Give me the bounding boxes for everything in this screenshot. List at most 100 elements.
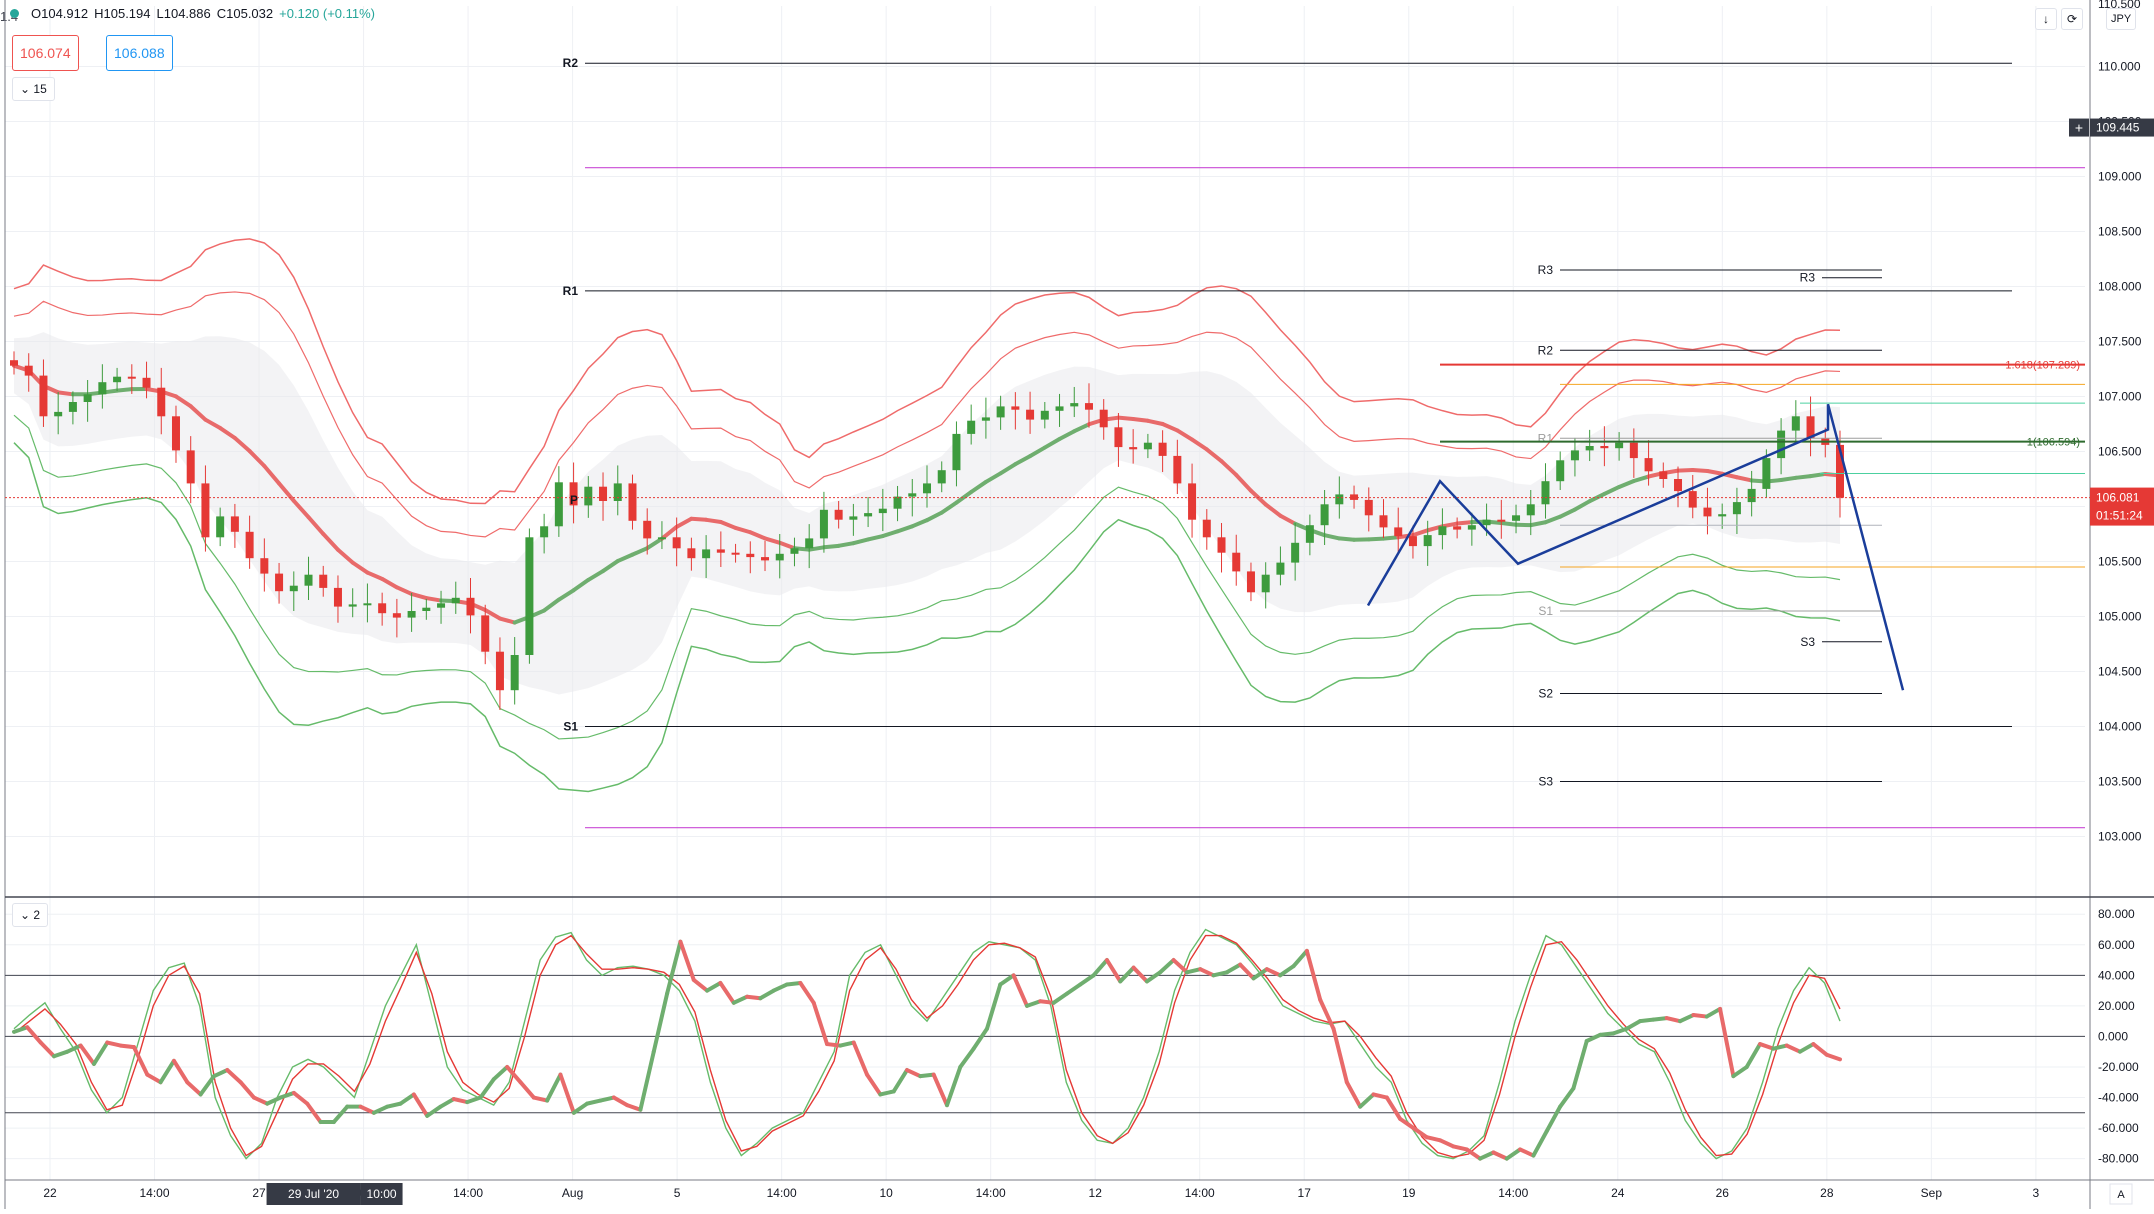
ohlc-legend: O104.912 H105.194 L104.886 C105.032 +0.1…	[10, 6, 375, 21]
osc-trend-segment	[1667, 1018, 1680, 1021]
osc-trend-segment	[1520, 1149, 1533, 1155]
currency-selector[interactable]: JPY	[2106, 8, 2136, 30]
moving-average-segment	[426, 598, 441, 600]
osc-trend-segment	[574, 1104, 587, 1113]
candle-body	[952, 434, 960, 470]
chart-canvas[interactable]: 110.000109.500109.000108.500108.000107.5…	[0, 0, 2154, 1209]
osc-trend-segment	[614, 1098, 627, 1106]
moving-average-segment	[1457, 522, 1472, 523]
osc-trend-segment	[734, 997, 747, 1003]
candle-body	[1321, 504, 1329, 525]
osc-trend-segment	[707, 983, 720, 991]
moving-average-segment	[691, 519, 706, 520]
osc-trend-segment	[840, 1043, 853, 1046]
candle-body	[805, 538, 813, 548]
price-tick-label: 104.500	[2098, 665, 2142, 679]
osc-trend-segment	[1600, 1033, 1613, 1035]
time-tick-label: 28	[1820, 1186, 1834, 1200]
osc-trend-segment	[760, 991, 773, 999]
moving-average-segment	[1369, 539, 1384, 540]
time-tick-label: 14:00	[453, 1186, 483, 1200]
legend-close: C105.032	[217, 6, 273, 21]
candle-body	[908, 493, 916, 496]
osc-tick-label: -80.000	[2098, 1152, 2139, 1166]
osc-trend-segment	[680, 942, 693, 980]
osc-trend-segment	[1427, 1137, 1440, 1140]
osc-trend-segment	[1080, 975, 1093, 984]
legend-change: +0.120 (+0.11%)	[279, 6, 375, 21]
moving-average-segment	[824, 546, 839, 547]
osc-trend-segment	[974, 1029, 987, 1049]
time-tick-label: Sep	[1921, 1186, 1943, 1200]
osc-trend-segment	[694, 980, 707, 991]
candle-body	[201, 483, 209, 537]
osc-trend-segment	[774, 984, 787, 990]
pivot-right-label-S2: S2	[1538, 687, 1553, 701]
price-tick-label: 106.500	[2098, 445, 2142, 459]
chevron-down-icon: ⌄	[20, 82, 30, 96]
osc-trend-segment	[1573, 1041, 1586, 1088]
osc-trend-segment	[1533, 1131, 1546, 1155]
chart-stage[interactable]: 110.000109.500109.000108.500108.000107.5…	[0, 0, 2154, 1209]
candle-body	[69, 402, 77, 412]
osc-trend-segment	[454, 1099, 467, 1102]
candle-body	[1792, 416, 1800, 430]
osc-trend-segment	[1707, 1009, 1720, 1017]
reset-scale-button[interactable]: ⟳	[2061, 8, 2083, 30]
candle-body	[820, 510, 828, 539]
bar-countdown-label: 01:51:24	[2096, 509, 2143, 523]
candle-body	[540, 526, 548, 537]
candle-body	[1571, 450, 1579, 460]
osc-trend-segment	[227, 1070, 240, 1082]
time-tick-label: 24	[1611, 1186, 1625, 1200]
candle-body	[1424, 535, 1432, 546]
candle-body	[849, 516, 857, 519]
osc-trend-segment	[1493, 1153, 1506, 1159]
candle-body	[452, 598, 460, 604]
osc-tick-label: -20.000	[2098, 1060, 2139, 1074]
scroll-down-button[interactable]: ↓	[2035, 8, 2057, 30]
buy-button[interactable]: 106.088	[106, 35, 173, 71]
candle-body	[54, 412, 62, 416]
price-tick-label: 103.500	[2098, 775, 2142, 789]
candle-body	[1380, 515, 1388, 527]
osc-trend-segment	[1587, 1035, 1600, 1041]
pivot-right-b-label-S3: S3	[1800, 635, 1815, 649]
osc-trend-segment	[814, 1003, 827, 1044]
candle-body	[776, 554, 784, 561]
indicator-count-label: 2	[33, 908, 40, 922]
osc-trend-segment	[121, 1046, 134, 1048]
moving-average-segment	[1781, 478, 1796, 480]
indicator-pane-collapse-button[interactable]: ⌄ 2	[12, 903, 48, 927]
pivot-right-label-R1: R1	[1538, 431, 1554, 445]
osc-trend-segment	[161, 1061, 174, 1082]
candle-body	[717, 549, 725, 552]
symbol-status-dot	[10, 9, 19, 18]
osc-trend-segment	[720, 983, 733, 1003]
candle-body	[290, 586, 298, 592]
osc-trend-segment	[1680, 1015, 1693, 1021]
currency-label: JPY	[2111, 13, 2131, 25]
candle-body	[1011, 406, 1019, 409]
pivot-right-label-R2: R2	[1538, 343, 1554, 357]
moving-average-segment	[1384, 537, 1399, 538]
candle-body	[1468, 525, 1476, 529]
osc-trend-segment	[441, 1099, 454, 1107]
osc-trend-segment	[1480, 1153, 1493, 1159]
osc-trend-segment	[1120, 968, 1133, 982]
chevron-down-icon: ⌄	[20, 908, 30, 922]
osc-trend-segment	[1294, 951, 1307, 966]
main-pane-collapse-button[interactable]: ⌄ 15	[12, 77, 55, 101]
osc-trend-segment	[174, 1061, 187, 1082]
sell-button[interactable]: 106.074	[12, 35, 79, 71]
candle-body	[25, 366, 33, 376]
candle-body	[584, 487, 592, 506]
price-tick-label: 103.000	[2098, 830, 2142, 844]
candle-body	[525, 537, 533, 655]
moving-average-segment	[1531, 522, 1546, 525]
osc-tick-label: 60.000	[2098, 938, 2135, 952]
candle-body	[1159, 443, 1167, 456]
osc-trend-segment	[854, 1043, 867, 1075]
osc-trend-segment	[547, 1075, 560, 1101]
candle-body	[1600, 446, 1608, 448]
